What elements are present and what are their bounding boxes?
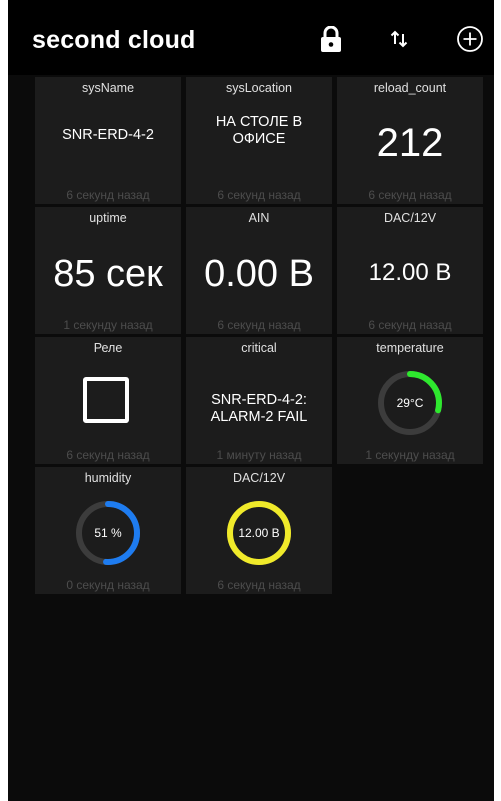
tile-uptime[interactable]: uptime 85 сек 1 секунду назад bbox=[35, 207, 181, 334]
tile-sysname[interactable]: sysName SNR-ERD-4-2 6 секунд назад bbox=[35, 77, 181, 204]
tile-dac-12v-gauge[interactable]: DAC/12V 12.00 В 6 секунд назад bbox=[186, 467, 332, 594]
tile-label: reload_count bbox=[373, 81, 447, 95]
tile-timestamp: 1 секунду назад bbox=[365, 448, 455, 462]
tile-value: 0.00 В bbox=[204, 253, 314, 295]
tile-reload-count[interactable]: reload_count 212 6 секунд назад bbox=[337, 77, 483, 204]
tile-label: critical bbox=[241, 341, 277, 355]
tile-timestamp: 6 секунд назад bbox=[217, 188, 301, 202]
tile-timestamp: 0 секунд назад bbox=[66, 578, 150, 592]
tile-humidity[interactable]: humidity 51 % 0 секунд назад bbox=[35, 467, 181, 594]
tile-label: humidity bbox=[84, 471, 132, 485]
tile-label: temperature bbox=[376, 341, 444, 355]
tile-temperature[interactable]: temperature 29°C 1 секунду назад bbox=[337, 337, 483, 464]
tile-dac-12v[interactable]: DAC/12V 12.00 В 6 секунд назад bbox=[337, 207, 483, 334]
tile-value: SNR-ERD-4-2: ALARM-2 FAIL bbox=[210, 392, 308, 425]
lock-button[interactable] bbox=[314, 22, 348, 56]
tile-timestamp: 6 секунд назад bbox=[66, 448, 150, 462]
tile-value: 29°C bbox=[396, 396, 424, 410]
tile-ain[interactable]: AIN 0.00 В 6 секунд назад bbox=[186, 207, 332, 334]
tile-label: uptime bbox=[89, 211, 127, 225]
tile-timestamp: 6 секунд назад bbox=[368, 318, 452, 332]
tile-timestamp: 1 минуту назад bbox=[216, 448, 302, 462]
tile-timestamp: 1 секунду назад bbox=[63, 318, 153, 332]
tile-value: 51 % bbox=[94, 526, 122, 540]
tile-syslocation[interactable]: sysLocation НА СТОЛЕ В ОФИСЕ 6 секунд на… bbox=[186, 77, 332, 204]
sort-button[interactable] bbox=[382, 22, 416, 56]
sort-arrows-icon bbox=[390, 30, 408, 48]
tile-value: 212 bbox=[376, 121, 444, 165]
add-button[interactable] bbox=[453, 22, 487, 56]
tile-value: SNR-ERD-4-2 bbox=[62, 127, 154, 143]
app-screen: second cloud sysName SNR-ERD-4-2 6 секун… bbox=[8, 0, 494, 801]
app-title: second cloud bbox=[32, 26, 196, 54]
tile-timestamp: 6 секунд назад bbox=[217, 578, 301, 592]
tile-value: 12.00 В bbox=[238, 526, 280, 540]
app-bar: second cloud bbox=[8, 0, 494, 75]
tile-label: AIN bbox=[248, 211, 270, 225]
tile-label: Реле bbox=[93, 341, 123, 355]
tile-label: DAC/12V bbox=[383, 211, 437, 225]
tile-timestamp: 6 секунд назад bbox=[66, 188, 150, 202]
tile-label: sysName bbox=[81, 81, 135, 95]
lock-icon bbox=[321, 26, 341, 52]
tile-timestamp: 6 секунд назад bbox=[217, 318, 301, 332]
tile-relay[interactable]: Реле 6 секунд назад bbox=[35, 337, 181, 464]
tile-timestamp: 6 секунд назад bbox=[368, 188, 452, 202]
tile-value: НА СТОЛЕ В ОФИСЕ bbox=[215, 114, 303, 147]
relay-toggle-checkbox[interactable] bbox=[83, 377, 129, 423]
plus-circle-icon bbox=[457, 26, 483, 52]
tile-critical[interactable]: critical SNR-ERD-4-2: ALARM-2 FAIL 1 мин… bbox=[186, 337, 332, 464]
tile-value: 12.00 В bbox=[368, 259, 452, 286]
tile-value: 85 сек bbox=[53, 253, 163, 295]
tile-label: DAC/12V bbox=[232, 471, 286, 485]
tile-label: sysLocation bbox=[225, 81, 292, 95]
